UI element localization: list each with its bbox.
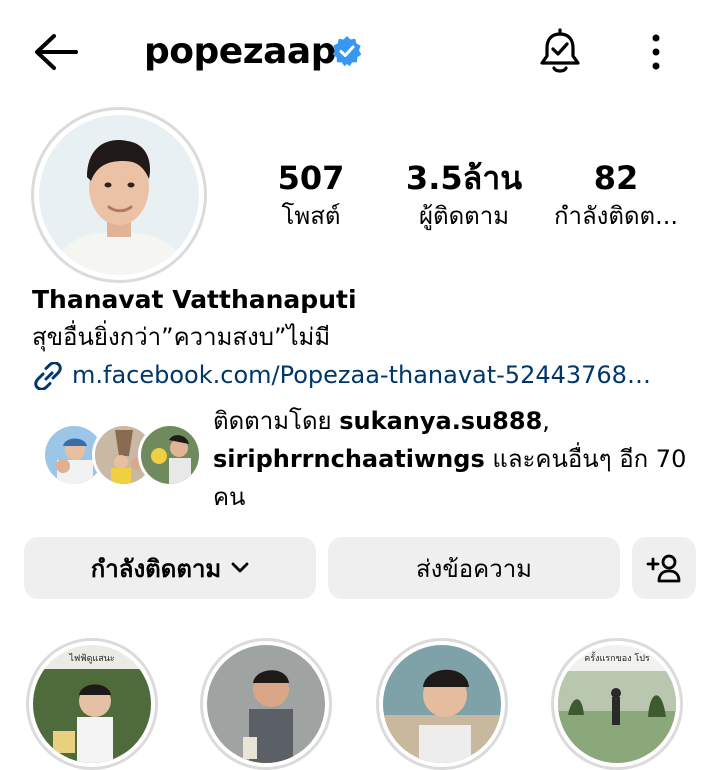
following-button[interactable]: กำลังติดตาม: [24, 537, 316, 599]
bio-link[interactable]: m.facebook.com/Popezaa-thanavat-52443768…: [72, 358, 651, 392]
mutual-user-1[interactable]: sukanya.su888: [339, 407, 542, 435]
add-user-icon: [646, 554, 681, 583]
highlight-3-image: [383, 645, 501, 763]
verified-badge-icon: [331, 35, 363, 67]
posts-label: โพสต์: [281, 202, 341, 230]
stat-followers[interactable]: 3.5ล้าน ผู้ติดตาม: [390, 158, 538, 234]
highlight-2-image: [207, 645, 325, 763]
highlight-2[interactable]: [200, 638, 332, 770]
more-options-button[interactable]: [644, 32, 668, 72]
bio-text: สุขอื่นยิ่งกว่า”ความสงบ”ไม่มี: [32, 323, 331, 351]
message-button-label: ส่งข้อความ: [415, 554, 532, 583]
followers-count: 3.5ล้าน: [405, 159, 523, 197]
highlight-4-image: ครั้งแรกของ โปร: [558, 645, 676, 763]
stat-following[interactable]: 82 กำลังติดต...: [545, 158, 687, 234]
highlight-1-image: ไฟฟ้ดูแสนะ: [33, 645, 151, 763]
followers-label: ผู้ติดตาม: [418, 202, 510, 230]
highlight-4[interactable]: ครั้งแรกของ โปร: [551, 638, 683, 770]
highlight-1[interactable]: ไฟฟ้ดูแสนะ: [26, 638, 158, 770]
mutual-user-2[interactable]: siriphrrnchaatiwngs: [213, 445, 485, 473]
add-user-button[interactable]: [632, 537, 696, 599]
highlight-1-caption: ไฟฟ้ดูแสนะ: [68, 653, 115, 664]
followed-by-text[interactable]: ติดตามโดย sukanya.su888, siriphrrnchaati…: [213, 402, 693, 516]
followed-by-sep: ,: [542, 407, 550, 435]
posts-count: 507: [277, 159, 345, 197]
message-button[interactable]: ส่งข้อความ: [328, 537, 620, 599]
avatar: [39, 115, 199, 275]
followed-by-prefix: ติดตามโดย: [213, 407, 340, 435]
bell-check-icon: [540, 28, 580, 73]
mutual-avatar-3[interactable]: [138, 423, 202, 487]
following-button-label: กำลังติดตาม: [90, 554, 222, 583]
arrow-left-icon: [35, 34, 78, 70]
notifications-button[interactable]: [538, 28, 582, 76]
profile-username: popezaap: [144, 31, 337, 72]
following-count: 82: [593, 159, 639, 197]
following-label: กำลังติดต...: [553, 202, 679, 230]
chevron-down-icon: [231, 562, 249, 573]
link-icon: [32, 361, 64, 391]
more-vertical-icon: [652, 34, 660, 70]
full-name: Thanavat Vatthanaputi: [32, 285, 357, 314]
highlight-3[interactable]: [376, 638, 508, 770]
back-button[interactable]: [30, 30, 82, 74]
stat-posts[interactable]: 507 โพสต์: [256, 158, 366, 234]
profile-avatar[interactable]: [31, 107, 207, 283]
